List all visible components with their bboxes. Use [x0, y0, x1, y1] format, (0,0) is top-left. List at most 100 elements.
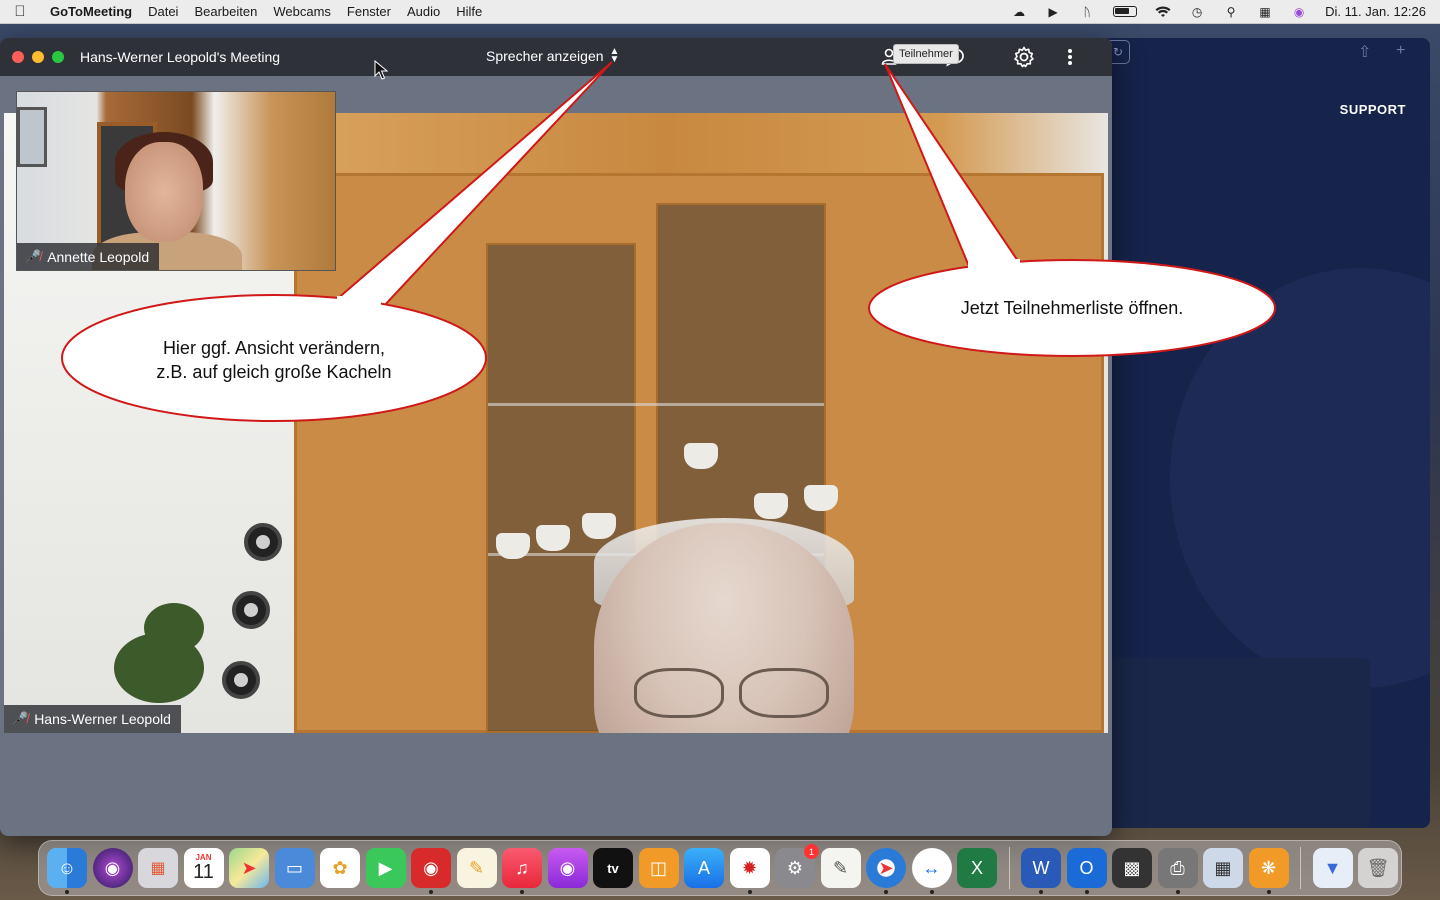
cup — [536, 525, 570, 551]
wall-clock-2 — [232, 591, 270, 629]
textedit-icon[interactable]: ✎ — [820, 848, 861, 888]
mic-off-icon: 🎤̸ — [12, 711, 29, 726]
cup — [582, 513, 616, 539]
callout-view-line1: Hier ggf. Ansicht verändern, — [162, 338, 386, 358]
play-icon[interactable]: ▶ — [1045, 5, 1061, 19]
menu-clock[interactable]: Di. 11. Jan. 12:26 — [1325, 4, 1426, 19]
self-tile-name-label: 🎤̸ Annette Leopold — [17, 243, 160, 270]
time-machine-icon[interactable]: ◷ — [1189, 5, 1205, 19]
siri-menu-icon[interactable]: ◉ — [1291, 5, 1307, 19]
callout-text-view: Hier ggf. Ansicht verändern, z.B. auf gl… — [74, 336, 474, 384]
speaker-glasses-left — [634, 668, 724, 718]
appstore-icon[interactable]: A — [684, 848, 724, 888]
close-window-button[interactable] — [12, 51, 24, 63]
music-icon[interactable]: ♫ — [502, 848, 542, 894]
main-speaker-name: Hans-Werner Leopold — [34, 711, 171, 727]
scanner-icon[interactable]: ▩ — [1112, 848, 1152, 888]
word-icon[interactable]: W — [1021, 848, 1061, 894]
more-options-button[interactable] — [1062, 44, 1078, 70]
background-panel — [1112, 658, 1370, 828]
calendar-day: 11 — [193, 861, 214, 883]
battery-icon[interactable] — [1113, 6, 1138, 17]
cup — [804, 485, 838, 511]
launchpad-icon[interactable]: ▦ — [138, 848, 178, 888]
video-plant-top — [144, 603, 204, 653]
menu-item-fenster[interactable]: Fenster — [339, 4, 399, 19]
chevron-updown-icon: ▲ ▼ — [609, 46, 620, 65]
facetime-icon[interactable]: ▶ — [365, 848, 406, 888]
cup — [684, 443, 718, 469]
background-app-window: ↻ ⇧ + SUPPORT — [1080, 38, 1430, 828]
tile-wall-frame — [17, 107, 47, 167]
menu-item-bearbeiten[interactable]: Bearbeiten — [186, 4, 265, 19]
books-icon[interactable]: ◫ — [638, 848, 679, 888]
apple-menu-icon[interactable]:  — [0, 3, 40, 20]
bluetooth-icon[interactable]: ᚢ — [1079, 5, 1095, 19]
view-selector[interactable]: Sprecher anzeigen ▲ ▼ — [486, 46, 620, 65]
preview-icon[interactable]: ▦ — [1203, 848, 1243, 888]
photos-icon[interactable]: ✿ — [320, 848, 360, 888]
wall-clock-1 — [244, 523, 282, 561]
participants-tooltip: Teilnehmer — [893, 44, 959, 64]
printer-icon[interactable]: ⎙ — [1157, 848, 1198, 894]
dock-separator — [1008, 847, 1010, 889]
minimize-window-button[interactable] — [32, 51, 44, 63]
settings-badge: 1 — [804, 844, 819, 859]
keynote-icon[interactable]: ▭ — [274, 848, 315, 888]
excel-icon[interactable]: X — [957, 848, 997, 888]
elements-icon[interactable]: ❋ — [1248, 848, 1289, 894]
finder-icon[interactable]: ☺ — [47, 848, 87, 894]
share-icon[interactable]: ⇧ — [1358, 42, 1371, 62]
appletv-label: tv — [607, 860, 619, 876]
menu-item-datei[interactable]: Datei — [140, 4, 186, 19]
dock-separator — [1300, 847, 1301, 889]
pages-icon[interactable]: ✎ — [456, 848, 497, 888]
podcasts-icon[interactable]: ◉ — [547, 848, 588, 888]
gear-icon — [1014, 46, 1034, 68]
view-selector-label: Sprecher anzeigen — [486, 48, 604, 64]
systemprefs-icon[interactable]: ⚙ 1 — [775, 844, 819, 888]
siri-icon[interactable]: ◉ — [92, 848, 133, 888]
fullscreen-window-button[interactable] — [52, 51, 64, 63]
acrobat-icon[interactable]: ✹ — [729, 848, 770, 894]
maps-icon[interactable]: ➤ — [229, 848, 269, 888]
downloads-icon[interactable]: ▼ — [1312, 848, 1353, 888]
meeting-window: Hans-Werner Leopold's Meeting Sprecher a… — [0, 38, 1112, 836]
calendar-icon[interactable]: JAN 11 — [183, 848, 224, 888]
menu-item-audio[interactable]: Audio — [399, 4, 448, 19]
self-video-tile[interactable]: 🎤̸ Annette Leopold — [16, 91, 336, 271]
wifi-icon[interactable] — [1155, 5, 1171, 19]
plus-icon[interactable]: + — [1396, 42, 1405, 60]
meeting-title: Hans-Werner Leopold's Meeting — [80, 49, 281, 65]
callout-text-participants: Jetzt Teilnehmerliste öffnen. — [960, 298, 1184, 318]
speaker-glasses-right — [739, 668, 829, 718]
menu-bar:  GoToMeeting Datei Bearbeiten Webcams F… — [0, 0, 1440, 24]
settings-button[interactable] — [1010, 44, 1038, 70]
dock: ☺ ◉ ▦ JAN 11 ➤ ▭ ✿ ▶ ◉ ✎ ♫ ◉ tv ◫ A ✹ ⚙ … — [38, 840, 1402, 896]
self-tile-name: Annette Leopold — [47, 249, 150, 265]
outlook-icon[interactable]: O — [1066, 848, 1107, 894]
search-icon[interactable]: ⚲ — [1223, 5, 1239, 19]
cup — [754, 493, 788, 519]
appletv-icon[interactable]: tv — [593, 848, 633, 888]
safari-icon[interactable]: ➤ — [866, 848, 906, 894]
wall-clock-3 — [222, 661, 260, 699]
cup — [496, 533, 530, 559]
menu-item-hilfe[interactable]: Hilfe — [448, 4, 490, 19]
menu-app-name[interactable]: GoToMeeting — [40, 4, 140, 19]
callout-view-line2: z.B. auf gleich große Kacheln — [156, 362, 392, 382]
control-center-icon[interactable]: ▦ — [1257, 5, 1273, 19]
teamviewer-icon[interactable]: ↔ — [911, 848, 952, 894]
mouse-cursor-icon — [374, 60, 388, 80]
more-vertical-icon — [1068, 49, 1072, 65]
background-decoration — [1170, 268, 1430, 688]
menu-item-webcams[interactable]: Webcams — [265, 4, 339, 19]
cloud-icon[interactable]: ☁ — [1011, 5, 1027, 19]
tile-person-face — [125, 142, 203, 242]
photobooth-icon[interactable]: ◉ — [411, 848, 451, 894]
trash-icon[interactable]: 🗑 — [1358, 848, 1398, 888]
support-link[interactable]: SUPPORT — [1340, 102, 1406, 117]
main-speaker-name-label: 🎤̸ Hans-Werner Leopold — [4, 705, 181, 733]
mic-off-icon: 🎤̸ — [25, 249, 42, 264]
glass-shelf-1 — [488, 403, 824, 406]
